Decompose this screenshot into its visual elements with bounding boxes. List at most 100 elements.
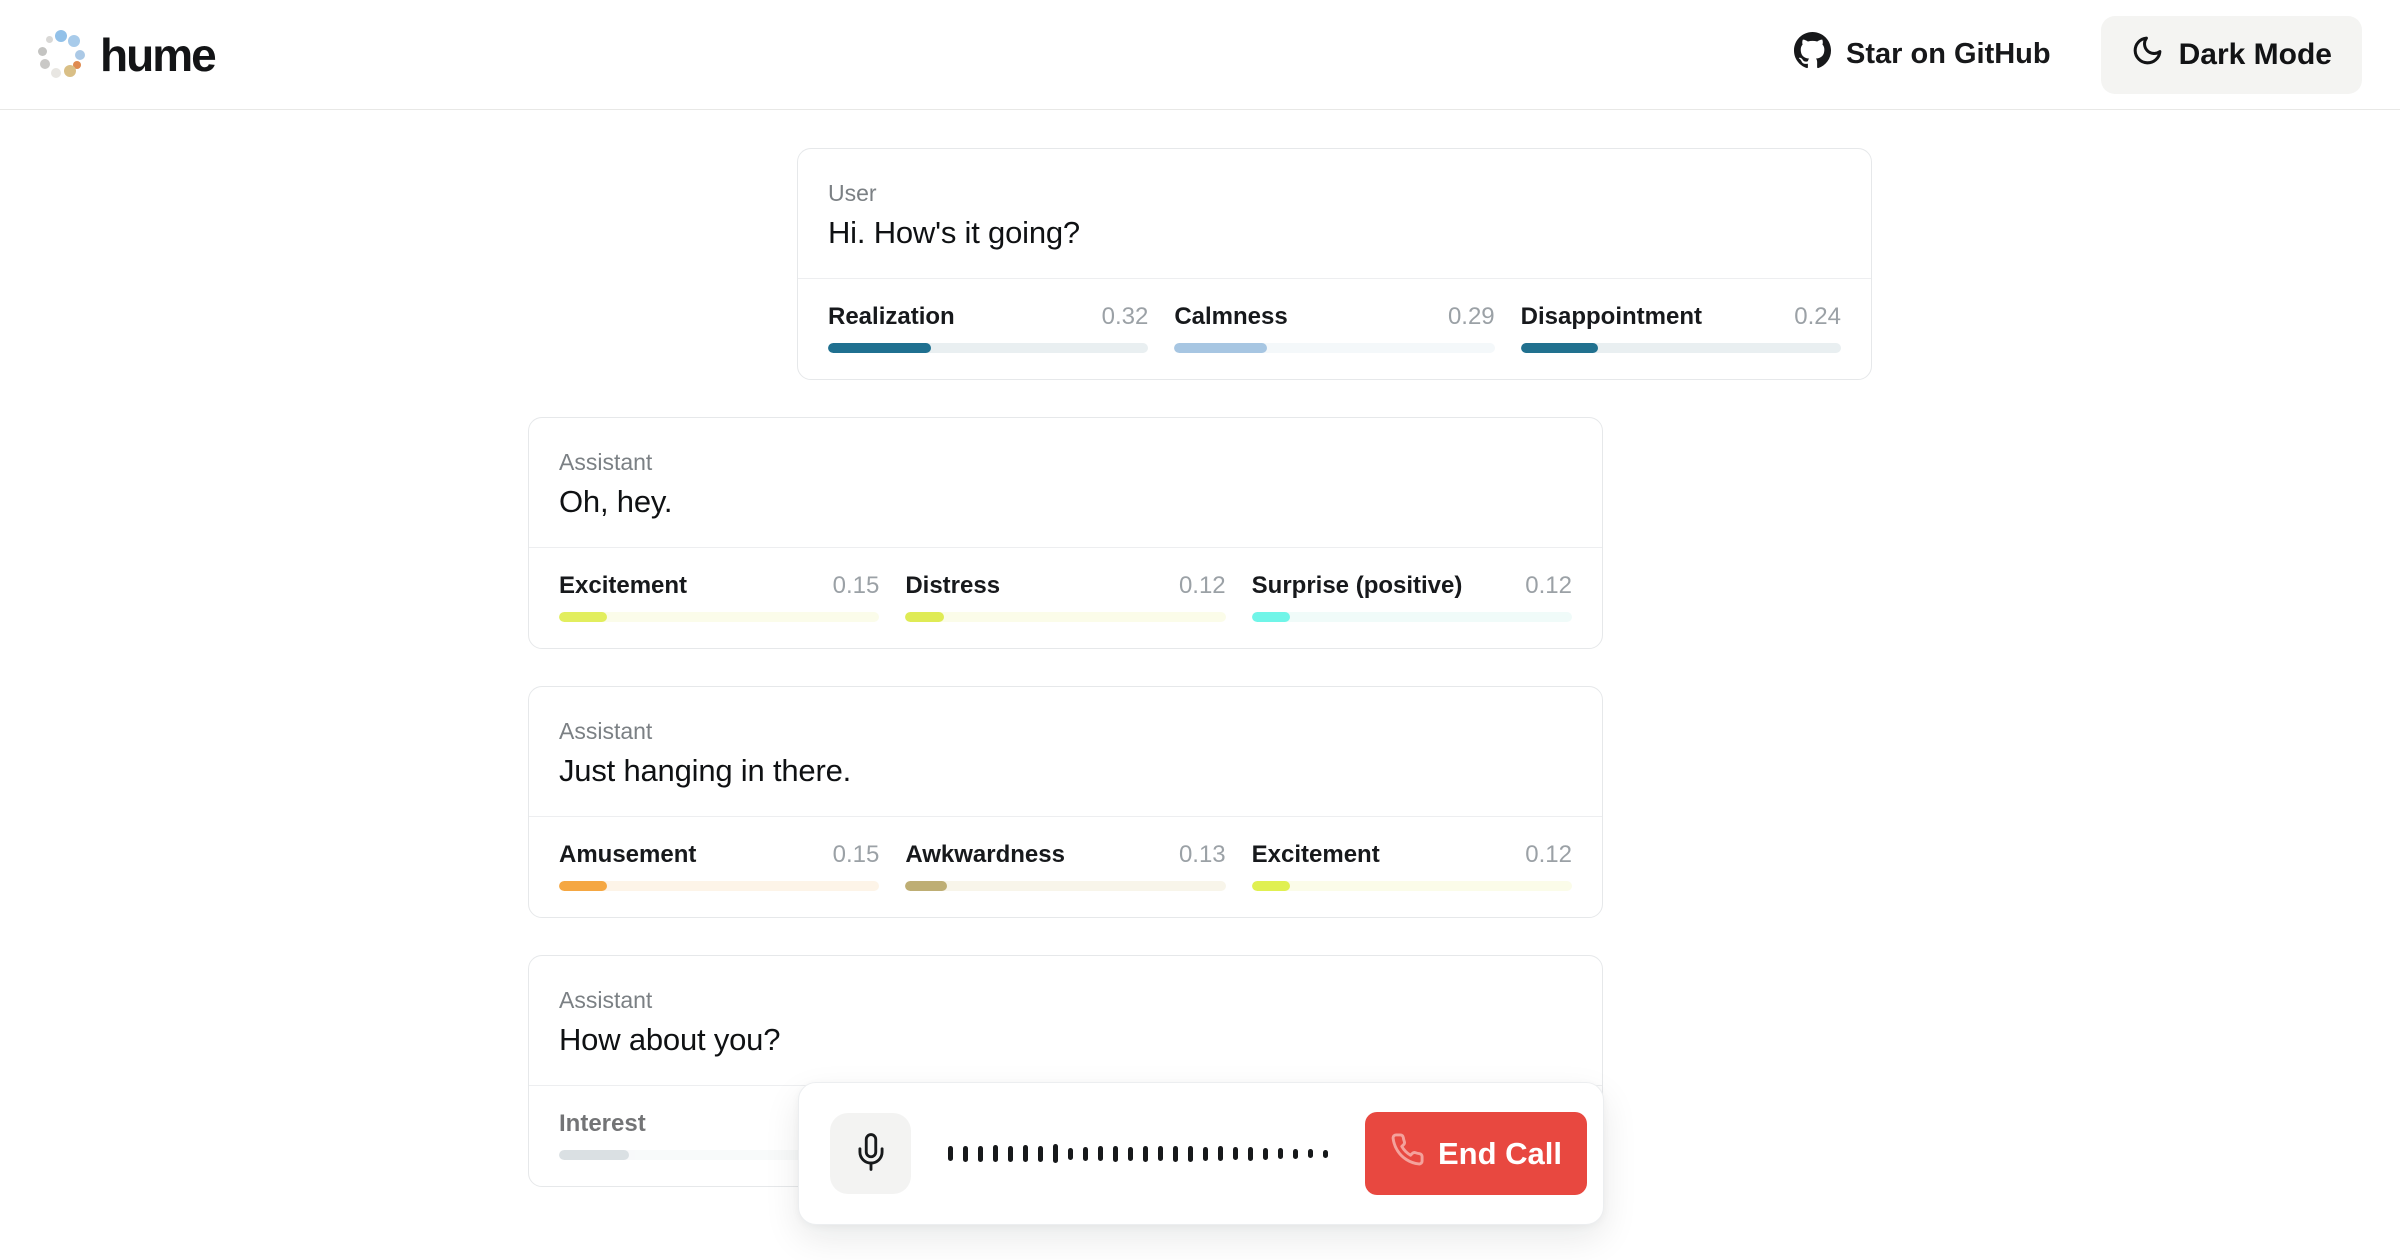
app-header: hume Star on GitHub Dark Mode	[0, 0, 2400, 110]
waveform-bar	[1128, 1147, 1133, 1161]
waveform-bar	[1143, 1146, 1148, 1162]
emotion-value: 0.12	[1525, 572, 1572, 600]
waveform-bar	[1083, 1147, 1088, 1161]
emotion-item: Realization 0.32	[828, 303, 1148, 353]
star-on-github-link[interactable]: Star on GitHub	[1794, 32, 2051, 77]
emotion-bar-track	[828, 343, 1148, 353]
waveform-bar	[1278, 1148, 1283, 1159]
emotion-label: Interest	[559, 1110, 646, 1138]
dark-mode-label: Dark Mode	[2179, 38, 2332, 72]
emotion-bar-fill	[1174, 343, 1267, 353]
message-card: User Hi. How's it going? Realization 0.3…	[797, 148, 1872, 380]
waveform-bar	[1248, 1147, 1253, 1161]
message-text: Oh, hey.	[559, 482, 1572, 522]
logo-dot	[55, 30, 67, 42]
emotion-bar-fill	[1252, 612, 1290, 622]
emotion-label: Disappointment	[1521, 303, 1702, 331]
logo-dot	[40, 59, 50, 69]
emotion-bar-track	[1174, 343, 1494, 353]
emotion-item: Disappointment 0.24	[1521, 303, 1841, 353]
message-text: Hi. How's it going?	[828, 213, 1841, 253]
emotion-bar-fill	[1252, 881, 1290, 891]
logo-dot	[64, 65, 76, 77]
emotion-item: Amusement 0.15	[559, 841, 879, 891]
emotion-bar-track	[559, 612, 879, 622]
audio-waveform	[911, 1144, 1365, 1163]
emotion-label: Excitement	[1252, 841, 1380, 869]
waveform-bar	[1008, 1146, 1013, 1162]
emotion-bar-track	[1252, 612, 1572, 622]
waveform-bar	[1263, 1148, 1268, 1160]
emotion-label: Excitement	[559, 572, 687, 600]
logo-dot	[38, 47, 47, 56]
emotion-bar-fill	[828, 343, 931, 353]
header-nav: Star on GitHub Dark Mode	[1794, 16, 2362, 94]
emotion-label: Surprise (positive)	[1252, 572, 1463, 600]
emotion-value: 0.29	[1448, 303, 1495, 331]
emotion-value: 0.15	[833, 841, 880, 869]
emotion-value: 0.12	[1525, 841, 1572, 869]
end-call-button[interactable]: End Call	[1365, 1112, 1587, 1195]
message-role-label: Assistant	[559, 717, 1572, 745]
waveform-bar	[1293, 1149, 1298, 1159]
github-icon	[1794, 32, 1831, 77]
waveform-bar	[1308, 1149, 1313, 1158]
emotion-bar-fill	[559, 612, 607, 622]
waveform-bar	[1113, 1146, 1118, 1162]
waveform-bar	[1038, 1146, 1043, 1162]
waveform-bar	[1233, 1147, 1238, 1160]
waveform-bar	[978, 1146, 983, 1162]
message-card: Assistant Oh, hey. Excitement 0.15 Distr…	[528, 417, 1603, 649]
logo-dot	[51, 68, 61, 78]
waveform-bar	[1053, 1144, 1058, 1163]
dark-mode-toggle-button[interactable]: Dark Mode	[2101, 16, 2362, 94]
message-text: Just hanging in there.	[559, 751, 1572, 791]
waveform-bar	[1098, 1146, 1103, 1161]
moon-icon	[2131, 34, 2164, 75]
waveform-bar	[948, 1146, 953, 1161]
emotion-scores: Excitement 0.15 Distress 0.12 Surprise (…	[529, 547, 1602, 648]
waveform-bar	[1023, 1145, 1028, 1162]
emotion-bar-fill	[1521, 343, 1598, 353]
waveform-bar	[1068, 1148, 1073, 1160]
message-text: How about you?	[559, 1020, 1572, 1060]
emotion-bar-track	[1521, 343, 1841, 353]
emotion-item: Excitement 0.15	[559, 572, 879, 622]
waveform-bar	[1323, 1150, 1328, 1158]
waveform-bar	[993, 1145, 998, 1162]
emotion-scores: Amusement 0.15 Awkwardness 0.13 Exciteme…	[529, 816, 1602, 917]
emotion-bar-track	[1252, 881, 1572, 891]
logo-dot	[68, 35, 80, 47]
emotion-scores: Realization 0.32 Calmness 0.29 Disappoin…	[798, 278, 1871, 379]
star-on-github-label: Star on GitHub	[1846, 38, 2051, 71]
end-call-label: End Call	[1438, 1136, 1562, 1172]
message-role-label: Assistant	[559, 448, 1572, 476]
mute-microphone-button[interactable]	[830, 1113, 911, 1194]
logo-dot	[46, 36, 53, 43]
emotion-value: 0.13	[1179, 841, 1226, 869]
emotion-item: Excitement 0.12	[1252, 841, 1572, 891]
emotion-bar-fill	[905, 881, 947, 891]
emotion-value: 0.24	[1794, 303, 1841, 331]
emotion-bar-track	[905, 612, 1225, 622]
waveform-bar	[1188, 1146, 1193, 1162]
message-list: User Hi. How's it going? Realization 0.3…	[528, 148, 1872, 1187]
emotion-item: Awkwardness 0.13	[905, 841, 1225, 891]
hume-logo-dots-icon	[38, 32, 84, 78]
hume-logo[interactable]: hume	[38, 28, 215, 82]
waveform-bar	[1218, 1146, 1223, 1161]
emotion-bar-track	[559, 881, 879, 891]
emotion-label: Realization	[828, 303, 955, 331]
phone-icon	[1390, 1132, 1425, 1175]
message-role-label: Assistant	[559, 986, 1572, 1014]
emotion-item: Surprise (positive) 0.12	[1252, 572, 1572, 622]
emotion-bar-track	[905, 881, 1225, 891]
emotion-value: 0.12	[1179, 572, 1226, 600]
emotion-label: Awkwardness	[905, 841, 1065, 869]
emotion-label: Distress	[905, 572, 1000, 600]
waveform-bar	[1158, 1146, 1163, 1161]
logo-dot	[75, 50, 85, 60]
emotion-value: 0.32	[1102, 303, 1149, 331]
emotion-label: Calmness	[1174, 303, 1287, 331]
message-role-label: User	[828, 179, 1841, 207]
